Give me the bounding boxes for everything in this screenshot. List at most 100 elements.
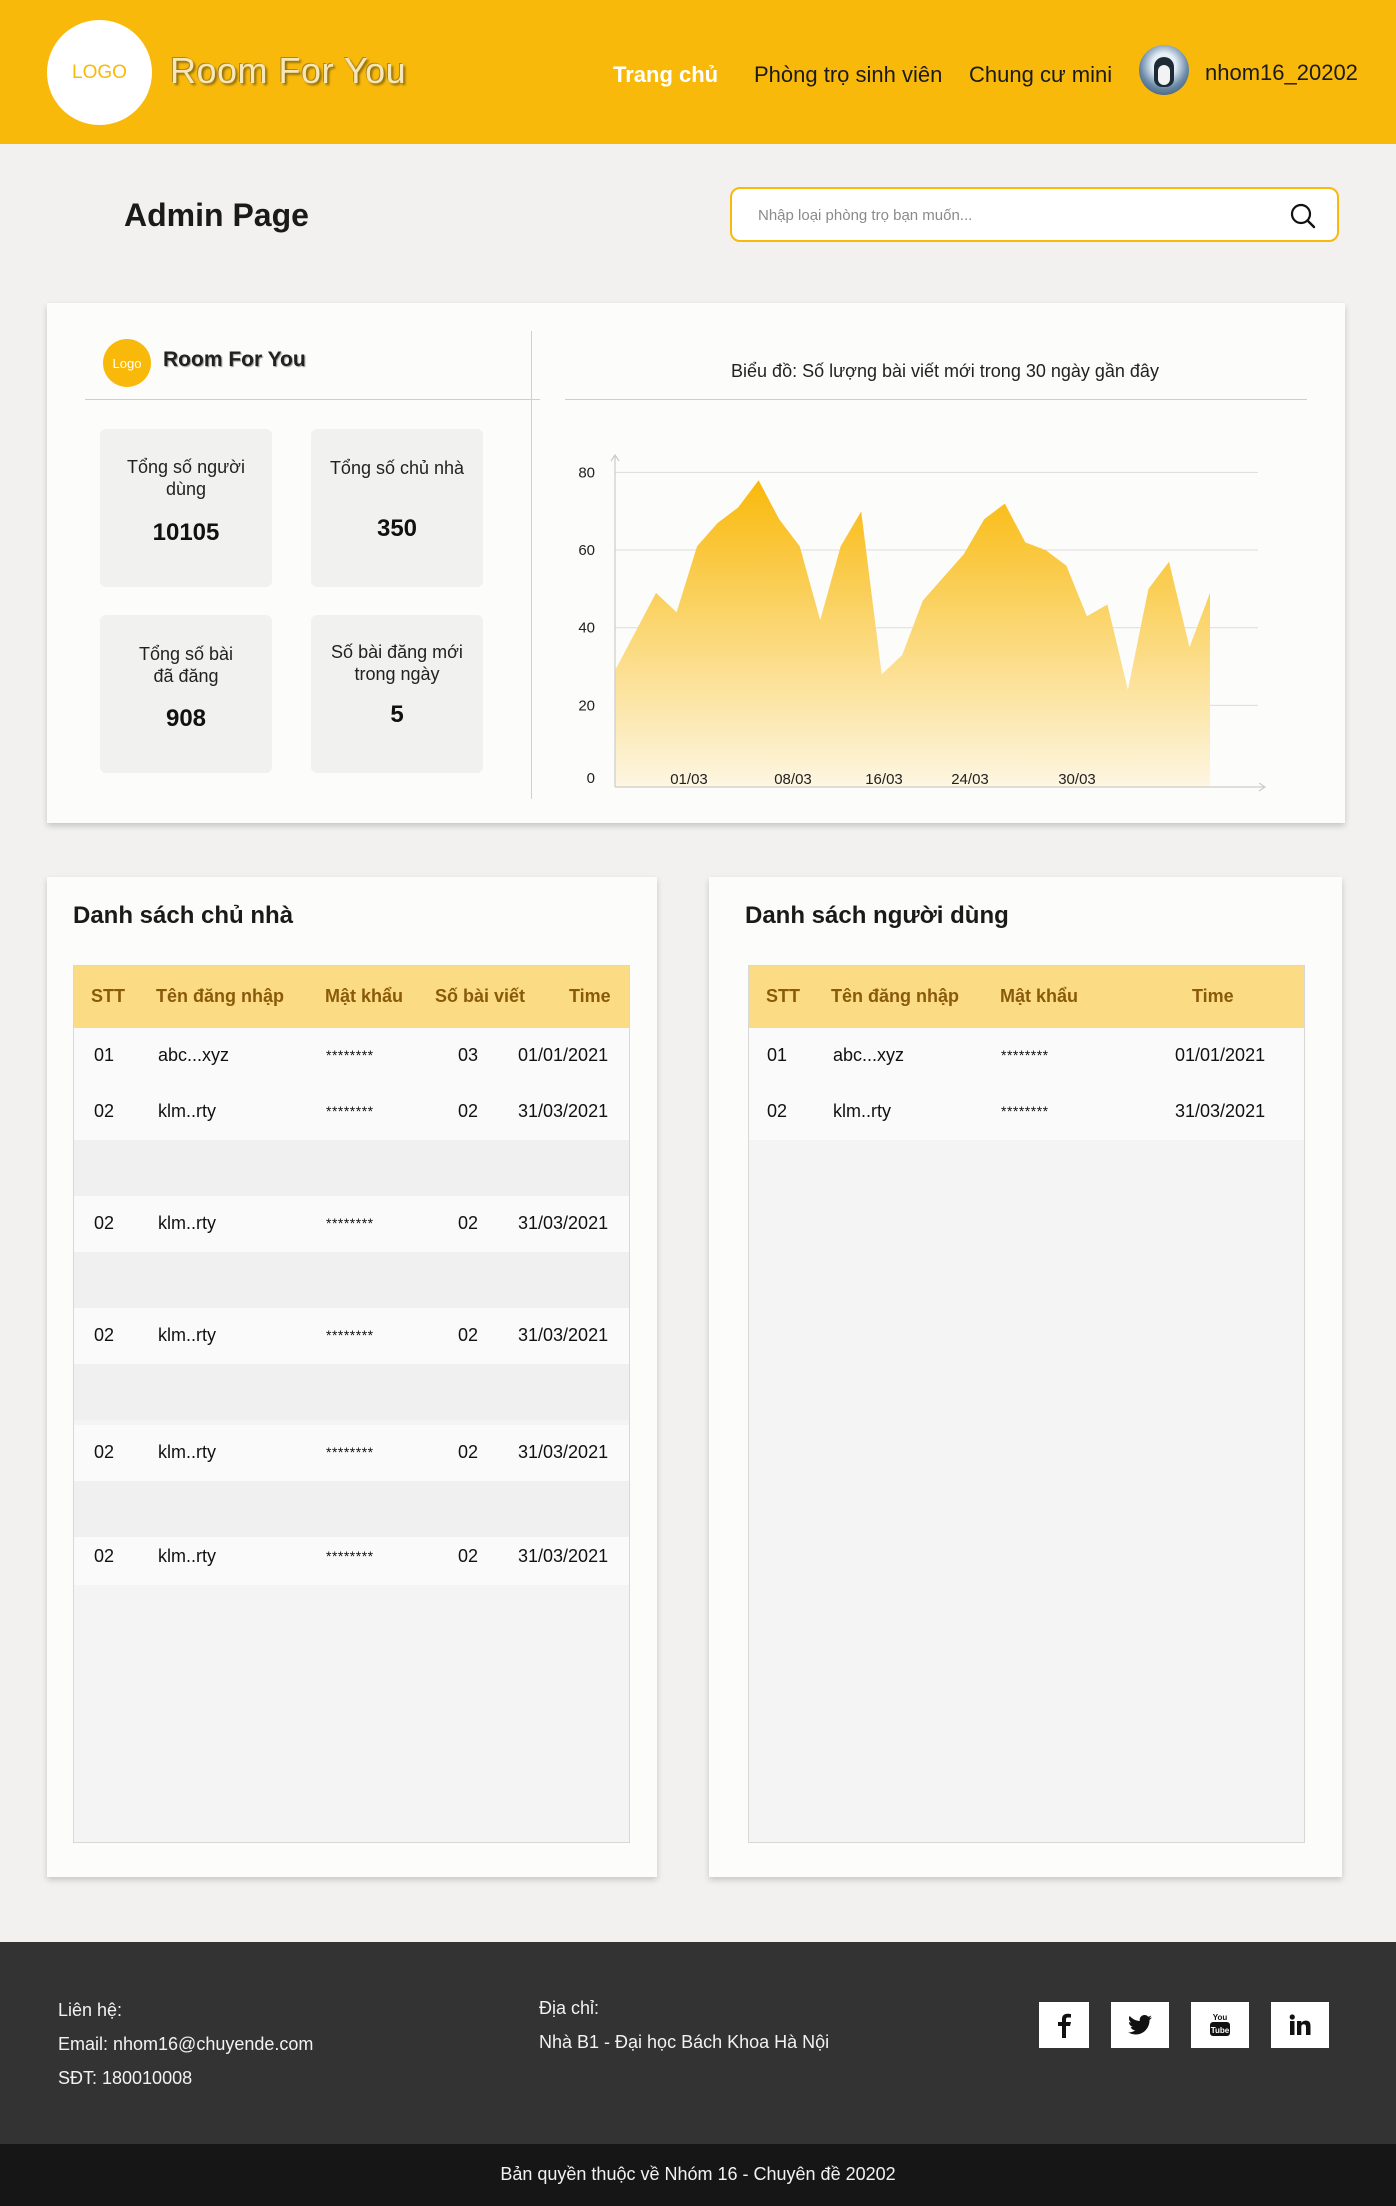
table-cell: 02	[94, 1101, 115, 1121]
chart-area: Biểu đồ: Số lượng bài viết mới trong 30 …	[565, 303, 1345, 823]
column-header[interactable]: Time	[569, 986, 611, 1007]
table-row[interactable]: 02 klm..rty ******** 02 31/03/2021	[74, 1308, 629, 1364]
landlord-list-title: Danh sách chủ nhà	[73, 902, 294, 929]
user-list-title: Danh sách người dùng	[745, 902, 1009, 929]
panel-logo: Logo	[103, 339, 151, 387]
table-cell: 02	[94, 1213, 115, 1233]
table-cell: ********	[1001, 1103, 1049, 1119]
table-cell: 02	[458, 1325, 479, 1345]
stat-value: 350	[376, 515, 418, 542]
twitter-icon[interactable]	[1111, 2002, 1169, 2048]
stat-value: 10105	[152, 519, 220, 546]
site-logo[interactable]: LOGO	[47, 20, 152, 125]
table-cell: 31/03/2021	[518, 1546, 609, 1566]
column-header[interactable]: Time	[1192, 986, 1234, 1007]
table-header: STT Tên đăng nhập Mật khẩu Time	[749, 966, 1304, 1028]
stat-value: 908	[165, 705, 207, 732]
y-tick-label: 0	[587, 770, 595, 787]
table-row[interactable]: 02 klm..rty ******** 02 31/03/2021	[74, 1084, 629, 1140]
column-header[interactable]: Số bài viết	[435, 986, 525, 1007]
column-header[interactable]: Mật khẩu	[325, 986, 403, 1007]
table-cell: 02	[458, 1101, 479, 1121]
address-label: Địa chỉ:	[539, 1998, 600, 2018]
table-cell: 02	[767, 1101, 788, 1121]
table-cell: ********	[1001, 1047, 1049, 1063]
nav-student-rooms[interactable]: Phòng trọ sinh viên	[754, 62, 942, 88]
x-tick-label: 30/03	[1058, 771, 1096, 788]
column-header[interactable]: Tên đăng nhập	[831, 986, 959, 1007]
landlord-list-panel: Danh sách chủ nhà STT Tên đăng nhập Mật …	[47, 877, 657, 1877]
nav-home[interactable]: Trang chủ	[613, 62, 718, 88]
contact-email[interactable]: Email: nhom16@chuyende.com	[58, 2034, 313, 2055]
table-cell: 02	[94, 1442, 115, 1462]
table-row-spacer	[74, 1481, 629, 1537]
user-table: STT Tên đăng nhập Mật khẩu Time 01 abc...…	[748, 965, 1305, 1843]
table-cell: ********	[326, 1215, 374, 1231]
table-row[interactable]: 02 klm..rty ******** 31/03/2021	[749, 1084, 1304, 1140]
x-tick-label: 01/03	[670, 771, 708, 788]
stat-card-new-posts: Số bài đăng mới trong ngày 5	[311, 615, 483, 773]
table-cell: ********	[326, 1047, 374, 1063]
copyright-bar: Bản quyền thuộc về Nhóm 16 - Chuyên đề 2…	[0, 2144, 1396, 2206]
table-cell: klm..rty	[158, 1325, 216, 1345]
table-header: STT Tên đăng nhập Mật khẩu Số bài viết T…	[74, 966, 629, 1028]
column-header[interactable]: Tên đăng nhập	[156, 986, 284, 1007]
table-cell: ********	[326, 1327, 374, 1343]
user-list-panel: Danh sách người dùng STT Tên đăng nhập M…	[709, 877, 1342, 1877]
stat-card-posts: Tổng số bài đã đăng 908	[100, 615, 272, 773]
table-cell: abc...xyz	[833, 1045, 905, 1065]
table-row[interactable]: 01 abc...xyz ******** 01/01/2021	[749, 1028, 1304, 1084]
y-tick-label: 60	[578, 542, 595, 559]
table-cell: 02	[94, 1325, 115, 1345]
table-cell: 31/03/2021	[518, 1213, 609, 1233]
stat-label: Số bài đăng mới trong ngày	[331, 642, 463, 684]
stat-label: Tổng số người dùng	[127, 457, 245, 499]
table-cell: klm..rty	[158, 1546, 216, 1566]
table-cell: 31/03/2021	[1175, 1101, 1266, 1121]
brand-name[interactable]: Room For You	[170, 50, 406, 92]
y-tick-label: 40	[578, 620, 595, 637]
linkedin-icon[interactable]	[1271, 2002, 1329, 2048]
address-text: Nhà B1 - Đại học Bách Khoa Hà Nội	[539, 2032, 830, 2052]
divider	[85, 399, 540, 400]
table-cell: klm..rty	[833, 1101, 891, 1121]
facebook-icon[interactable]	[1039, 2002, 1089, 2048]
table-row-spacer	[74, 1140, 629, 1196]
nav-mini-apartments[interactable]: Chung cư mini	[969, 62, 1112, 88]
area-chart: 0 20 40 60 80 01/03 08/03 16/03 24/03 30/03	[578, 453, 1267, 792]
table-row[interactable]: 01 abc...xyz ******** 03 01/01/2021	[74, 1028, 629, 1084]
table-row-spacer	[74, 1364, 629, 1420]
contact-label: Liên hệ:	[58, 2000, 123, 2020]
table-cell: 02	[458, 1442, 479, 1462]
x-tick-label: 08/03	[774, 771, 812, 788]
search-icon[interactable]	[1289, 202, 1317, 230]
copyright-text: Bản quyền thuộc về Nhóm 16 - Chuyên đề 2…	[500, 2164, 896, 2184]
youtube-icon[interactable]: You Tube	[1191, 2002, 1249, 2048]
area-series	[615, 480, 1210, 787]
stat-value: 5	[390, 701, 404, 728]
table-cell: ********	[326, 1103, 374, 1119]
footer: Liên hệ: Email: nhom16@chuyende.com SĐT:…	[0, 1942, 1396, 2144]
stat-label: Tổng số chủ nhà	[329, 458, 465, 478]
table-cell: 01	[767, 1045, 788, 1065]
stat-card-landlords: Tổng số chủ nhà 350	[311, 429, 483, 587]
avatar[interactable]	[1139, 45, 1189, 95]
table-row[interactable]: 02 klm..rty ******** 02 31/03/2021	[74, 1529, 629, 1585]
username[interactable]: nhom16_20202	[1205, 60, 1358, 86]
table-cell: abc...xyz	[158, 1045, 230, 1065]
stat-label: Tổng số bài đã đăng	[138, 644, 234, 686]
table-cell: 31/03/2021	[518, 1101, 609, 1121]
table-row[interactable]: 02 klm..rty ******** 02 31/03/2021	[74, 1196, 629, 1252]
column-header[interactable]: STT	[91, 986, 125, 1007]
table-cell: klm..rty	[158, 1213, 216, 1233]
contact-phone: SĐT: 180010008	[58, 2068, 193, 2088]
y-tick-label: 20	[578, 697, 595, 714]
table-row[interactable]: 02 klm..rty ******** 02 31/03/2021	[74, 1425, 629, 1481]
header: LOGO Room For You Trang chủ Phòng trọ si…	[0, 0, 1396, 144]
search-input[interactable]	[758, 203, 1278, 227]
table-cell: 31/03/2021	[518, 1442, 609, 1462]
table-cell: 01	[94, 1045, 115, 1065]
column-header[interactable]: STT	[766, 986, 800, 1007]
page-title: Admin Page	[124, 197, 309, 233]
column-header[interactable]: Mật khẩu	[1000, 986, 1078, 1007]
